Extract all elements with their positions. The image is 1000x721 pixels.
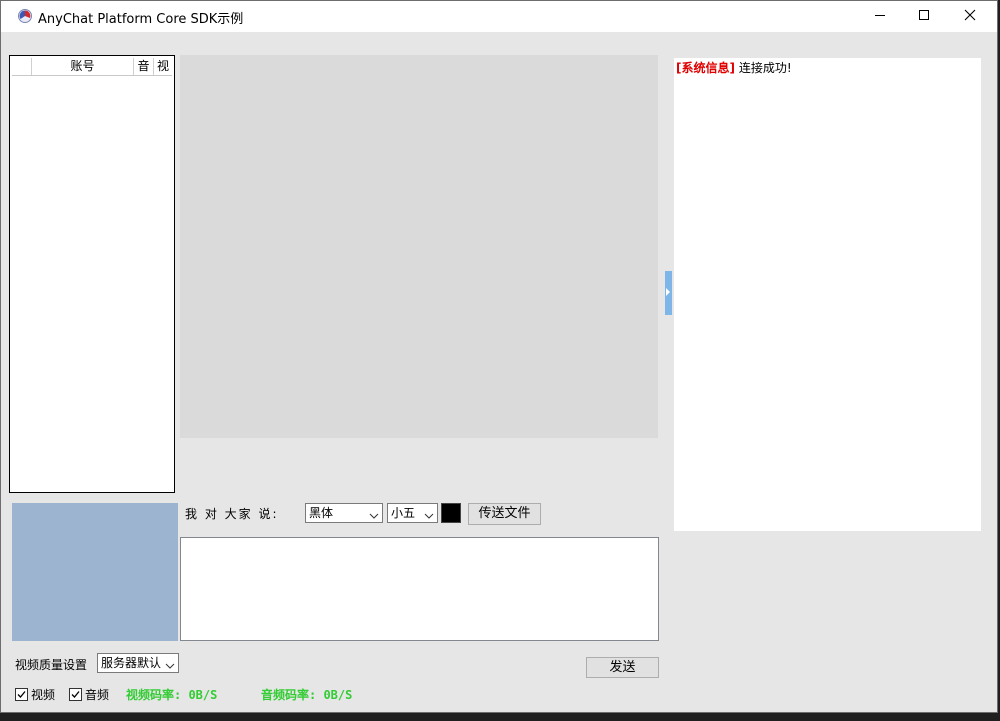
speak-to-label: 我 对 大家 说: bbox=[185, 507, 279, 521]
column-header-blank[interactable] bbox=[12, 58, 32, 75]
video-quality-select[interactable]: 服务器默认 bbox=[97, 653, 179, 673]
minimize-icon bbox=[874, 9, 886, 24]
audio-checkbox[interactable]: 音频 bbox=[69, 686, 109, 703]
anychat-logo-icon bbox=[17, 8, 33, 24]
video-quality-value: 服务器默认 bbox=[101, 656, 162, 670]
chevron-right-icon bbox=[666, 288, 670, 296]
message-text: 连接成功! bbox=[738, 61, 792, 75]
video-checkbox-label: 视频 bbox=[31, 688, 56, 702]
maximize-button[interactable] bbox=[901, 1, 947, 32]
remote-video-panel bbox=[180, 55, 658, 438]
checkbox-checked-icon[interactable] bbox=[15, 688, 28, 701]
send-button[interactable]: 发送 bbox=[586, 657, 659, 678]
chevron-down-icon bbox=[369, 508, 379, 519]
app-window: AnyChat Platform Core SDK示例 账号 音 视 我 对 大… bbox=[0, 0, 998, 713]
maximize-icon bbox=[918, 9, 930, 24]
column-header-account[interactable]: 账号 bbox=[32, 58, 134, 75]
video-quality-label: 视频质量设置 bbox=[15, 658, 88, 672]
close-icon bbox=[964, 9, 976, 24]
message-panel[interactable]: [系统信息] 连接成功! bbox=[674, 58, 981, 531]
column-header-video[interactable]: 视 bbox=[154, 58, 172, 75]
video-bitrate-text: 视频码率: 0B/S bbox=[126, 688, 218, 702]
font-size-select[interactable]: 小五 bbox=[387, 503, 438, 523]
system-message-tag: [系统信息] bbox=[676, 61, 735, 75]
close-button[interactable] bbox=[947, 1, 993, 32]
audio-checkbox-label: 音频 bbox=[85, 688, 110, 702]
chevron-down-icon bbox=[165, 658, 175, 669]
message-item: [系统信息] 连接成功! bbox=[676, 59, 792, 76]
font-select[interactable]: 黑体 bbox=[305, 503, 383, 523]
chevron-down-icon bbox=[424, 508, 434, 519]
title-bar[interactable]: AnyChat Platform Core SDK示例 bbox=[1, 1, 997, 32]
font-select-value: 黑体 bbox=[309, 506, 334, 520]
local-video-panel bbox=[12, 503, 178, 641]
video-checkbox[interactable]: 视频 bbox=[15, 686, 55, 703]
panel-splitter[interactable] bbox=[665, 271, 672, 315]
column-header-audio[interactable]: 音 bbox=[134, 58, 154, 75]
minimize-button[interactable] bbox=[857, 1, 903, 32]
checkbox-checked-icon[interactable] bbox=[69, 688, 82, 701]
send-file-button[interactable]: 传送文件 bbox=[468, 503, 541, 525]
chat-input[interactable] bbox=[180, 537, 659, 641]
text-color-picker[interactable] bbox=[441, 503, 461, 523]
taskbar-strip bbox=[0, 713, 1000, 721]
audio-bitrate-text: 音频码率: 0B/S bbox=[261, 688, 353, 702]
user-list-header: 账号 音 视 bbox=[12, 58, 172, 76]
user-list[interactable]: 账号 音 视 bbox=[9, 55, 175, 493]
font-size-value: 小五 bbox=[391, 506, 416, 520]
window-title: AnyChat Platform Core SDK示例 bbox=[38, 12, 244, 27]
